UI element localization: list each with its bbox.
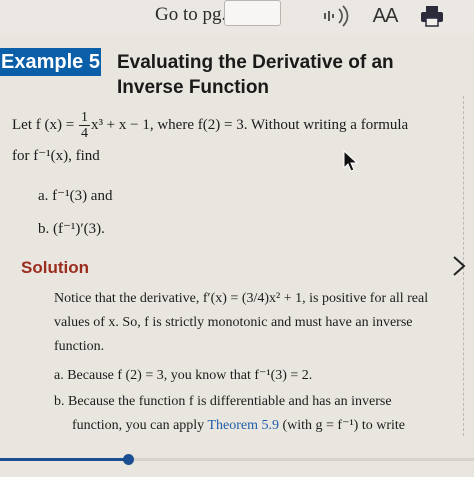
solution-step-b: b. Because the function f is differentia… [54, 390, 434, 438]
next-page-chevron-icon[interactable] [449, 254, 469, 278]
step-b-line-1: b. Because the function f is differentia… [54, 394, 392, 409]
problem-statement: Let f (x) = 1 4 x³ + x − 1, where f(2) = 3… [12, 110, 452, 171]
text-size-icon[interactable]: AA [370, 3, 400, 29]
problem-intro-prefix: Let f (x) = [12, 117, 78, 133]
step-b-suffix: (with g = f⁻¹) to write [278, 418, 405, 433]
problem-intro-suffix: x³ + x − 1, where f(2) = 3. Without writ… [90, 117, 409, 133]
theorem-link[interactable]: Theorem 5.9 [207, 418, 279, 433]
solution-step-a: a. Because f (2) = 3, you know that f⁻¹(… [54, 368, 313, 383]
solution-heading: Solution [21, 258, 89, 277]
audio-icon[interactable] [322, 3, 352, 29]
fraction-denominator: 4 [80, 126, 88, 142]
example-tag: Example 5 [0, 48, 101, 76]
mouse-pointer-icon [343, 149, 359, 177]
reading-progress-fill [0, 458, 128, 461]
fraction-numerator: 1 [78, 110, 90, 127]
goto-page-input[interactable] [224, 0, 281, 26]
solution-paragraph: Notice that the derivative, f′(x) = (3/4… [54, 291, 429, 354]
goto-page-label: Go to pg. [155, 4, 227, 25]
fraction: 14 [78, 110, 90, 142]
example-title: Evaluating the Derivative of an Inverse … [117, 52, 394, 98]
toolbar: Go to pg. AA [0, 0, 474, 34]
step-b-prefix: function, you can apply [72, 418, 208, 433]
question-b: b. (f⁻¹)′(3). [38, 221, 105, 237]
reading-progress-thumb[interactable] [123, 454, 134, 465]
problem-line-2: for f⁻¹(x), find [12, 148, 100, 165]
print-icon[interactable] [418, 3, 446, 29]
question-a: a. f⁻¹(3) and [38, 188, 113, 204]
